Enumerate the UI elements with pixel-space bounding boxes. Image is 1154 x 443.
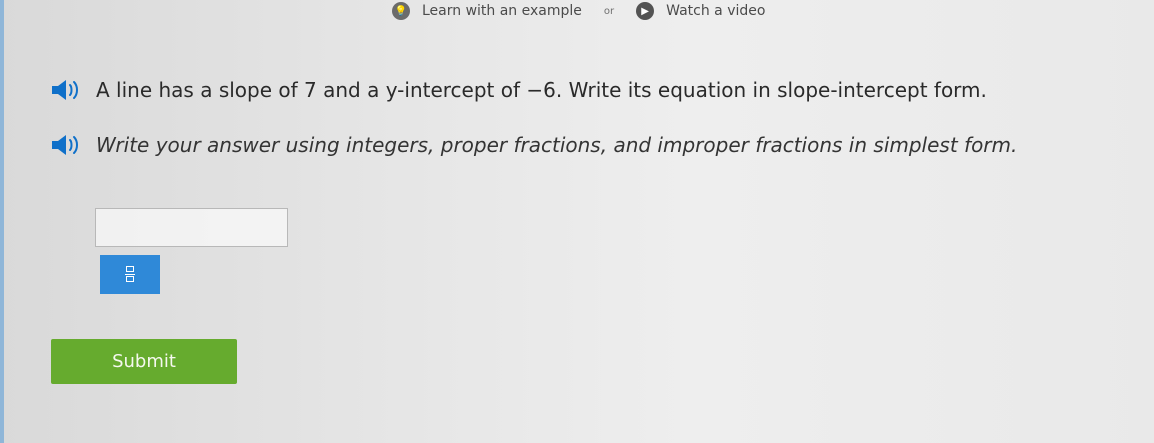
instruction-text: Write your answer using integers, proper… [96, 133, 1018, 157]
instruction-row: Write your answer using integers, proper… [50, 131, 1100, 159]
left-accent-bar [0, 0, 4, 443]
learn-with-example-link[interactable]: Learn with an example [422, 3, 582, 19]
question-row: A line has a slope of 7 and a y-intercep… [50, 76, 1130, 104]
speaker-svg [52, 80, 78, 100]
fraction-button[interactable] [100, 255, 160, 294]
help-separator: or [603, 5, 615, 17]
answer-input[interactable] [95, 208, 288, 247]
speaker-icon[interactable] [50, 133, 86, 157]
fraction-icon [125, 265, 135, 284]
watch-video-link[interactable]: Watch a video [666, 3, 765, 19]
submit-button[interactable]: Submit [51, 339, 237, 384]
question-text: A line has a slope of 7 and a y-intercep… [96, 78, 987, 102]
speaker-svg [52, 135, 78, 155]
speaker-icon[interactable] [50, 78, 86, 102]
help-links: 💡 Learn with an example or ▶ Watch a vid… [392, 0, 765, 22]
lightbulb-icon[interactable]: 💡 [392, 2, 410, 20]
play-icon[interactable]: ▶ [636, 2, 655, 20]
